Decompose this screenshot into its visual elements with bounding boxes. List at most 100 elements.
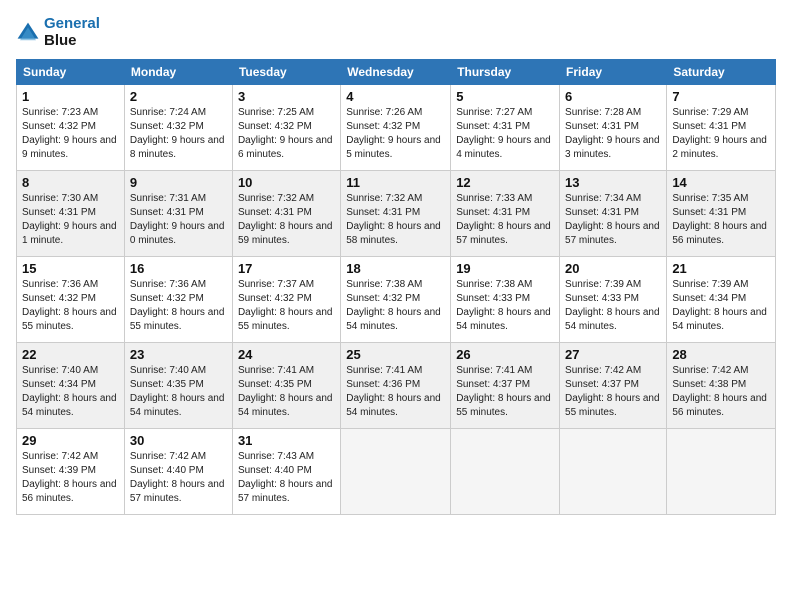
day-info: Sunrise: 7:42 AM Sunset: 4:38 PM Dayligh… (672, 364, 770, 420)
day-info: Sunrise: 7:30 AM Sunset: 4:31 PM Dayligh… (22, 192, 119, 248)
weekday-header-row: SundayMondayTuesdayWednesdayThursdayFrid… (17, 60, 776, 85)
calendar-cell: 11 Sunrise: 7:32 AM Sunset: 4:31 PM Dayl… (341, 171, 451, 257)
calendar-cell: 24 Sunrise: 7:41 AM Sunset: 4:35 PM Dayl… (232, 343, 340, 429)
sunset-label: Sunset: 4:32 PM (238, 121, 312, 132)
calendar-cell: 18 Sunrise: 7:38 AM Sunset: 4:32 PM Dayl… (341, 257, 451, 343)
day-number: 5 (456, 89, 554, 104)
day-info: Sunrise: 7:29 AM Sunset: 4:31 PM Dayligh… (672, 106, 770, 162)
day-number: 31 (238, 433, 335, 448)
daylight-label: Daylight: 9 hours and 8 minutes. (130, 135, 225, 160)
day-info: Sunrise: 7:41 AM Sunset: 4:36 PM Dayligh… (346, 364, 445, 420)
calendar-cell: 13 Sunrise: 7:34 AM Sunset: 4:31 PM Dayl… (560, 171, 667, 257)
daylight-label: Daylight: 8 hours and 57 minutes. (565, 221, 660, 246)
day-number: 21 (672, 261, 770, 276)
day-number: 6 (565, 89, 661, 104)
calendar-week-row: 29 Sunrise: 7:42 AM Sunset: 4:39 PM Dayl… (17, 429, 776, 515)
daylight-label: Daylight: 8 hours and 55 minutes. (22, 307, 117, 332)
calendar-cell (341, 429, 451, 515)
sunset-label: Sunset: 4:32 PM (22, 293, 96, 304)
sunrise-label: Sunrise: 7:39 AM (565, 279, 641, 290)
calendar-cell: 4 Sunrise: 7:26 AM Sunset: 4:32 PM Dayli… (341, 85, 451, 171)
sunset-label: Sunset: 4:31 PM (565, 121, 639, 132)
calendar-week-row: 15 Sunrise: 7:36 AM Sunset: 4:32 PM Dayl… (17, 257, 776, 343)
sunrise-label: Sunrise: 7:42 AM (130, 451, 206, 462)
weekday-header-tuesday: Tuesday (232, 60, 340, 85)
sunrise-label: Sunrise: 7:24 AM (130, 107, 206, 118)
sunrise-label: Sunrise: 7:40 AM (130, 365, 206, 376)
sunset-label: Sunset: 4:31 PM (672, 121, 746, 132)
day-number: 28 (672, 347, 770, 362)
daylight-label: Daylight: 8 hours and 54 minutes. (238, 393, 333, 418)
sunrise-label: Sunrise: 7:34 AM (565, 193, 641, 204)
daylight-label: Daylight: 9 hours and 9 minutes. (22, 135, 117, 160)
calendar-week-row: 8 Sunrise: 7:30 AM Sunset: 4:31 PM Dayli… (17, 171, 776, 257)
day-info: Sunrise: 7:31 AM Sunset: 4:31 PM Dayligh… (130, 192, 227, 248)
sunset-label: Sunset: 4:32 PM (346, 293, 420, 304)
daylight-label: Daylight: 8 hours and 55 minutes. (456, 393, 551, 418)
sunrise-label: Sunrise: 7:40 AM (22, 365, 98, 376)
sunrise-label: Sunrise: 7:38 AM (346, 279, 422, 290)
page-container: General Blue SundayMondayTuesdayWednesda… (0, 0, 792, 612)
sunrise-label: Sunrise: 7:36 AM (22, 279, 98, 290)
day-info: Sunrise: 7:40 AM Sunset: 4:34 PM Dayligh… (22, 364, 119, 420)
sunset-label: Sunset: 4:32 PM (130, 293, 204, 304)
sunrise-label: Sunrise: 7:32 AM (238, 193, 314, 204)
sunrise-label: Sunrise: 7:26 AM (346, 107, 422, 118)
daylight-label: Daylight: 8 hours and 54 minutes. (346, 393, 441, 418)
calendar-cell: 12 Sunrise: 7:33 AM Sunset: 4:31 PM Dayl… (451, 171, 560, 257)
daylight-label: Daylight: 9 hours and 2 minutes. (672, 135, 767, 160)
day-number: 22 (22, 347, 119, 362)
sunset-label: Sunset: 4:35 PM (130, 379, 204, 390)
sunset-label: Sunset: 4:37 PM (565, 379, 639, 390)
sunset-label: Sunset: 4:33 PM (565, 293, 639, 304)
day-number: 1 (22, 89, 119, 104)
day-info: Sunrise: 7:28 AM Sunset: 4:31 PM Dayligh… (565, 106, 661, 162)
daylight-label: Daylight: 8 hours and 57 minutes. (238, 479, 333, 504)
calendar-cell: 3 Sunrise: 7:25 AM Sunset: 4:32 PM Dayli… (232, 85, 340, 171)
day-info: Sunrise: 7:34 AM Sunset: 4:31 PM Dayligh… (565, 192, 661, 248)
day-number: 10 (238, 175, 335, 190)
calendar-cell: 23 Sunrise: 7:40 AM Sunset: 4:35 PM Dayl… (124, 343, 232, 429)
day-number: 4 (346, 89, 445, 104)
sunrise-label: Sunrise: 7:25 AM (238, 107, 314, 118)
day-number: 3 (238, 89, 335, 104)
day-number: 7 (672, 89, 770, 104)
daylight-label: Daylight: 8 hours and 58 minutes. (346, 221, 441, 246)
sunset-label: Sunset: 4:31 PM (130, 207, 204, 218)
day-number: 20 (565, 261, 661, 276)
calendar-cell: 2 Sunrise: 7:24 AM Sunset: 4:32 PM Dayli… (124, 85, 232, 171)
day-info: Sunrise: 7:38 AM Sunset: 4:32 PM Dayligh… (346, 278, 445, 334)
sunrise-label: Sunrise: 7:41 AM (346, 365, 422, 376)
sunset-label: Sunset: 4:40 PM (238, 465, 312, 476)
day-number: 16 (130, 261, 227, 276)
sunrise-label: Sunrise: 7:38 AM (456, 279, 532, 290)
sunrise-label: Sunrise: 7:42 AM (565, 365, 641, 376)
sunrise-label: Sunrise: 7:41 AM (238, 365, 314, 376)
logo-text: General Blue (44, 16, 100, 49)
calendar-cell: 17 Sunrise: 7:37 AM Sunset: 4:32 PM Dayl… (232, 257, 340, 343)
day-info: Sunrise: 7:39 AM Sunset: 4:33 PM Dayligh… (565, 278, 661, 334)
calendar-cell: 19 Sunrise: 7:38 AM Sunset: 4:33 PM Dayl… (451, 257, 560, 343)
day-number: 18 (346, 261, 445, 276)
calendar-cell: 9 Sunrise: 7:31 AM Sunset: 4:31 PM Dayli… (124, 171, 232, 257)
calendar-cell: 26 Sunrise: 7:41 AM Sunset: 4:37 PM Dayl… (451, 343, 560, 429)
calendar-cell (560, 429, 667, 515)
calendar-cell (667, 429, 776, 515)
day-number: 8 (22, 175, 119, 190)
daylight-label: Daylight: 9 hours and 3 minutes. (565, 135, 660, 160)
day-number: 25 (346, 347, 445, 362)
daylight-label: Daylight: 8 hours and 54 minutes. (672, 307, 767, 332)
day-number: 27 (565, 347, 661, 362)
day-info: Sunrise: 7:32 AM Sunset: 4:31 PM Dayligh… (346, 192, 445, 248)
daylight-label: Daylight: 9 hours and 6 minutes. (238, 135, 333, 160)
sunset-label: Sunset: 4:34 PM (22, 379, 96, 390)
calendar-cell: 28 Sunrise: 7:42 AM Sunset: 4:38 PM Dayl… (667, 343, 776, 429)
daylight-label: Daylight: 9 hours and 5 minutes. (346, 135, 441, 160)
daylight-label: Daylight: 9 hours and 1 minute. (22, 221, 117, 246)
calendar-cell: 6 Sunrise: 7:28 AM Sunset: 4:31 PM Dayli… (560, 85, 667, 171)
sunset-label: Sunset: 4:32 PM (22, 121, 96, 132)
day-number: 23 (130, 347, 227, 362)
calendar-cell: 25 Sunrise: 7:41 AM Sunset: 4:36 PM Dayl… (341, 343, 451, 429)
day-number: 24 (238, 347, 335, 362)
sunset-label: Sunset: 4:35 PM (238, 379, 312, 390)
